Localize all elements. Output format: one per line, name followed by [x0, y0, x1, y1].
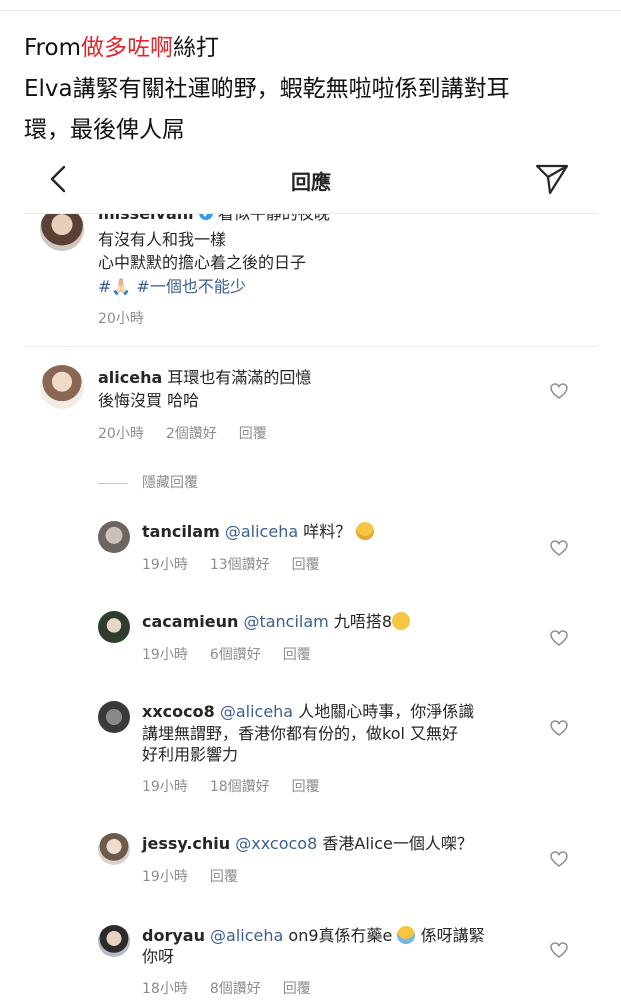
heart-icon[interactable]: [550, 540, 568, 556]
avatar[interactable]: [40, 365, 84, 409]
mention-link[interactable]: @aliceha: [220, 702, 293, 721]
reply-username[interactable]: tancilam: [142, 522, 220, 541]
reply-button[interactable]: 回覆: [239, 426, 267, 442]
reply-button[interactable]: 回覆: [283, 647, 311, 663]
caption-line-1: 有沒有人和我一樣: [98, 230, 227, 249]
reply-text: 香港Alice一個人㗎？: [322, 834, 473, 853]
reply-text: 你呀: [142, 947, 175, 966]
post-line-1: From做多咗啊絲打: [24, 35, 219, 61]
reply-time: 19小時: [142, 647, 188, 663]
comment-text: 後悔沒買 哈哈: [98, 391, 200, 410]
reply-text: 係呀講緊: [420, 926, 485, 945]
top-divider: [0, 0, 621, 11]
caption-line-2: 心中默默的擔心着之後的日子: [98, 253, 307, 272]
downcast-sweat-face-icon: [356, 522, 375, 540]
mention-link[interactable]: @tancilam: [243, 612, 328, 631]
eye-roll-face-icon: [392, 612, 411, 630]
reply-text: on9真係冇藥e: [288, 926, 393, 945]
avatar[interactable]: [98, 833, 130, 865]
comment-text: 耳環也有滿滿的回憶: [167, 368, 312, 387]
caption-time: 20小時: [98, 311, 144, 327]
comment-username[interactable]: aliceha: [98, 368, 162, 387]
forum-post-text: From做多咗啊絲打 Elva講緊有關社運啲野，蝦乾無啦啦係到講對耳 環，最後俾…: [24, 28, 604, 151]
instagram-comments-screenshot: 回應 misselvani 看似平靜的夜晚 有沒有人和我一樣 心中默默的擔心着之…: [24, 145, 598, 1005]
post-line-2: Elva講緊有關社運啲野，蝦乾無啦啦係到講對耳: [24, 76, 510, 102]
heart-icon[interactable]: [550, 383, 568, 399]
reply-likes[interactable]: 8個讚好: [210, 981, 261, 997]
avatar[interactable]: [98, 611, 130, 643]
reply-username[interactable]: xxcoco8: [142, 702, 215, 721]
avatar[interactable]: [98, 521, 130, 553]
reply-button[interactable]: 回覆: [292, 779, 320, 795]
tears-of-joy-face-icon: [397, 926, 416, 944]
reply-button[interactable]: 回覆: [292, 557, 320, 573]
caption-divider: [24, 346, 598, 347]
reply-text: 九唔搭8: [333, 612, 393, 631]
heart-icon[interactable]: [550, 942, 568, 958]
avatar[interactable]: [98, 925, 130, 957]
reply-time: 19小時: [142, 869, 188, 885]
reply-time: 19小時: [142, 557, 188, 573]
heart-icon[interactable]: [550, 851, 568, 867]
mention-link[interactable]: @xxcoco8: [235, 834, 317, 853]
reply-username[interactable]: cacamieun: [142, 612, 238, 631]
heart-icon[interactable]: [550, 630, 568, 646]
comment-time: 20小時: [98, 426, 144, 442]
hide-replies-toggle[interactable]: 隱藏回覆: [98, 472, 198, 492]
reply-username[interactable]: doryau: [142, 926, 205, 945]
hashtag-link[interactable]: #🙏🏻: [98, 277, 131, 296]
reply-text: 人地關心時事，你淨係識: [298, 702, 475, 721]
reply-button[interactable]: 回覆: [210, 869, 238, 885]
reply-text: 咩料？: [303, 522, 352, 541]
page-title: 回應: [291, 170, 331, 194]
reply-text: 講埋無謂野，香港你都有份的，做kol 又無好: [142, 724, 459, 743]
reply-username[interactable]: jessy.chiu: [142, 834, 230, 853]
comments-header: 回應: [24, 145, 598, 214]
post-author-highlight: 做多咗啊: [80, 35, 173, 61]
mention-link[interactable]: @aliceha: [210, 926, 283, 945]
reply-likes[interactable]: 18個讚好: [210, 779, 270, 795]
hashtag-link[interactable]: #一個也不能少: [136, 277, 245, 296]
reply-time: 19小時: [142, 779, 188, 795]
reply-button[interactable]: 回覆: [283, 981, 311, 997]
avatar[interactable]: [98, 701, 130, 733]
reply-likes[interactable]: 6個讚好: [210, 647, 261, 663]
reply-text: 好利用影響力: [142, 745, 239, 764]
send-icon[interactable]: [534, 163, 570, 195]
reply-time: 18小時: [142, 981, 188, 997]
mention-link[interactable]: @aliceha: [225, 522, 298, 541]
heart-icon[interactable]: [550, 720, 568, 736]
reply-likes[interactable]: 13個讚好: [210, 557, 270, 573]
comment-likes[interactable]: 2個讚好: [166, 426, 217, 442]
